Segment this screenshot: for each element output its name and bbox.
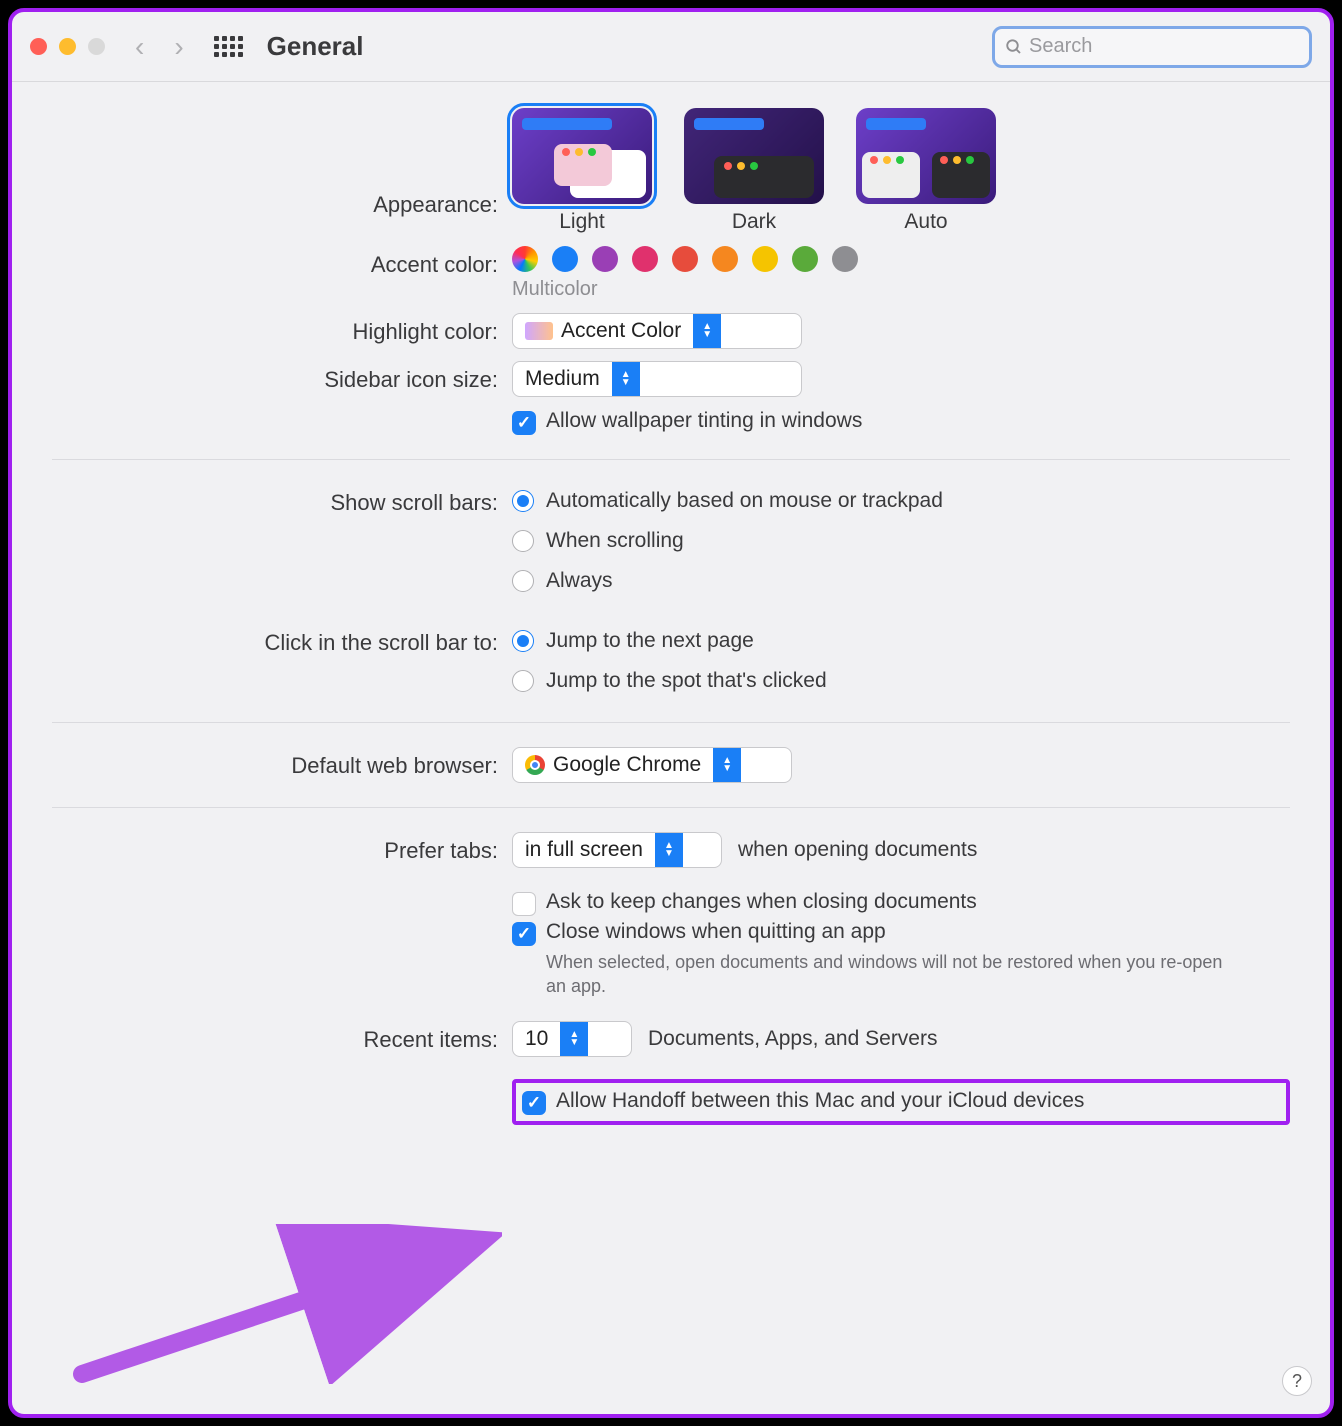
appearance-options: Light Dark xyxy=(512,108,1290,234)
stepper-icon: ▲▼ xyxy=(713,748,741,782)
tabs-select[interactable]: in full screen ▲▼ xyxy=(512,832,722,868)
content: Appearance: Light xyxy=(12,82,1330,1171)
toolbar: ‹ › General xyxy=(12,12,1330,82)
tabs-suffix: when opening documents xyxy=(738,838,977,862)
close-windows-label: Close windows when quitting an app xyxy=(546,920,1246,944)
show-all-icon[interactable] xyxy=(214,36,243,57)
appearance-auto-label: Auto xyxy=(904,210,947,234)
stepper-icon: ▲▼ xyxy=(693,314,721,348)
radio-icon xyxy=(512,490,534,512)
recent-suffix: Documents, Apps, and Servers xyxy=(648,1027,937,1051)
divider xyxy=(52,807,1290,808)
browser-label: Default web browser: xyxy=(52,747,512,779)
radio-icon xyxy=(512,670,534,692)
highlight-select[interactable]: Accent Color ▲▼ xyxy=(512,313,802,349)
appearance-label: Appearance: xyxy=(52,108,512,218)
chrome-icon xyxy=(525,755,545,775)
stepper-icon: ▲▼ xyxy=(612,362,640,396)
scrollbars-auto-label: Automatically based on mouse or trackpad xyxy=(546,489,943,513)
appearance-light-label: Light xyxy=(559,210,605,234)
scroll-click-page-label: Jump to the next page xyxy=(546,629,754,653)
appearance-option-light[interactable]: Light xyxy=(512,108,652,234)
highlight-value: Accent Color xyxy=(561,319,681,343)
checkbox-icon xyxy=(512,892,536,916)
recent-value: 10 xyxy=(525,1027,548,1051)
stepper-icon: ▲▼ xyxy=(560,1022,588,1056)
accent-label: Accent color: xyxy=(52,246,512,278)
scrollbars-auto-radio[interactable]: Automatically based on mouse or trackpad xyxy=(512,484,1290,518)
accent-purple[interactable] xyxy=(592,246,618,272)
page-title: General xyxy=(267,31,364,62)
forward-button: › xyxy=(174,31,183,63)
zoom-window-icon xyxy=(88,38,105,55)
accent-yellow[interactable] xyxy=(752,246,778,272)
minimize-window-icon[interactable] xyxy=(59,38,76,55)
radio-icon xyxy=(512,630,534,652)
ask-changes-label: Ask to keep changes when closing documen… xyxy=(546,890,977,914)
accent-caption: Multicolor xyxy=(512,278,1290,301)
window-controls xyxy=(30,38,105,55)
accent-blue[interactable] xyxy=(552,246,578,272)
radio-icon xyxy=(512,570,534,592)
accent-graphite[interactable] xyxy=(832,246,858,272)
accent-pink[interactable] xyxy=(632,246,658,272)
annotation-arrow-icon xyxy=(72,1224,502,1384)
browser-value: Google Chrome xyxy=(553,753,701,777)
preferences-window: ‹ › General Appearance: xyxy=(8,8,1334,1418)
checkbox-icon xyxy=(512,922,536,946)
highlight-swatch-icon xyxy=(525,322,553,340)
appearance-option-dark[interactable]: Dark xyxy=(684,108,824,234)
scroll-click-spot-label: Jump to the spot that's clicked xyxy=(546,669,827,693)
recent-select[interactable]: 10 ▲▼ xyxy=(512,1021,632,1057)
radio-icon xyxy=(512,530,534,552)
scrollbars-label: Show scroll bars: xyxy=(52,484,512,516)
checkbox-icon xyxy=(512,411,536,435)
sidebar-size-select[interactable]: Medium ▲▼ xyxy=(512,361,802,397)
scroll-click-page-radio[interactable]: Jump to the next page xyxy=(512,624,1290,658)
search-input[interactable] xyxy=(1029,35,1299,58)
tabs-value: in full screen xyxy=(525,838,643,862)
highlight-label: Highlight color: xyxy=(52,313,512,345)
nav-arrows: ‹ › xyxy=(135,31,184,63)
search-icon xyxy=(1005,38,1023,56)
accent-red[interactable] xyxy=(672,246,698,272)
accent-multicolor[interactable] xyxy=(512,246,538,272)
wallpaper-tint-checkbox[interactable]: Allow wallpaper tinting in windows xyxy=(512,409,1290,435)
divider xyxy=(52,722,1290,723)
scroll-click-label: Click in the scroll bar to: xyxy=(52,624,512,656)
scrollbars-always-radio[interactable]: Always xyxy=(512,564,1290,598)
appearance-option-auto[interactable]: Auto xyxy=(856,108,996,234)
browser-select[interactable]: Google Chrome ▲▼ xyxy=(512,747,792,783)
sidebar-size-value: Medium xyxy=(525,367,600,391)
help-icon: ? xyxy=(1292,1371,1302,1392)
handoff-highlight: Allow Handoff between this Mac and your … xyxy=(512,1079,1290,1125)
scrollbars-scrolling-radio[interactable]: When scrolling xyxy=(512,524,1290,558)
close-windows-checkbox[interactable]: Close windows when quitting an app When … xyxy=(512,920,1290,999)
ask-changes-checkbox[interactable]: Ask to keep changes when closing documen… xyxy=(512,890,1290,916)
stepper-icon: ▲▼ xyxy=(655,833,683,867)
close-windows-note: When selected, open documents and window… xyxy=(546,950,1246,999)
accent-orange[interactable] xyxy=(712,246,738,272)
accent-green[interactable] xyxy=(792,246,818,272)
close-window-icon[interactable] xyxy=(30,38,47,55)
scroll-click-spot-radio[interactable]: Jump to the spot that's clicked xyxy=(512,664,1290,698)
handoff-label: Allow Handoff between this Mac and your … xyxy=(556,1089,1084,1113)
sidebar-size-label: Sidebar icon size: xyxy=(52,361,512,393)
recent-label: Recent items: xyxy=(52,1021,512,1053)
divider xyxy=(52,459,1290,460)
accent-swatches xyxy=(512,246,1290,272)
search-field[interactable] xyxy=(992,26,1312,68)
back-button[interactable]: ‹ xyxy=(135,31,144,63)
wallpaper-tint-label: Allow wallpaper tinting in windows xyxy=(546,409,862,433)
help-button[interactable]: ? xyxy=(1282,1366,1312,1396)
scrollbars-always-label: Always xyxy=(546,569,613,593)
appearance-dark-label: Dark xyxy=(732,210,776,234)
scrollbars-scrolling-label: When scrolling xyxy=(546,529,684,553)
checkbox-icon xyxy=(522,1091,546,1115)
tabs-label: Prefer tabs: xyxy=(52,832,512,864)
handoff-checkbox[interactable]: Allow Handoff between this Mac and your … xyxy=(522,1089,1280,1115)
